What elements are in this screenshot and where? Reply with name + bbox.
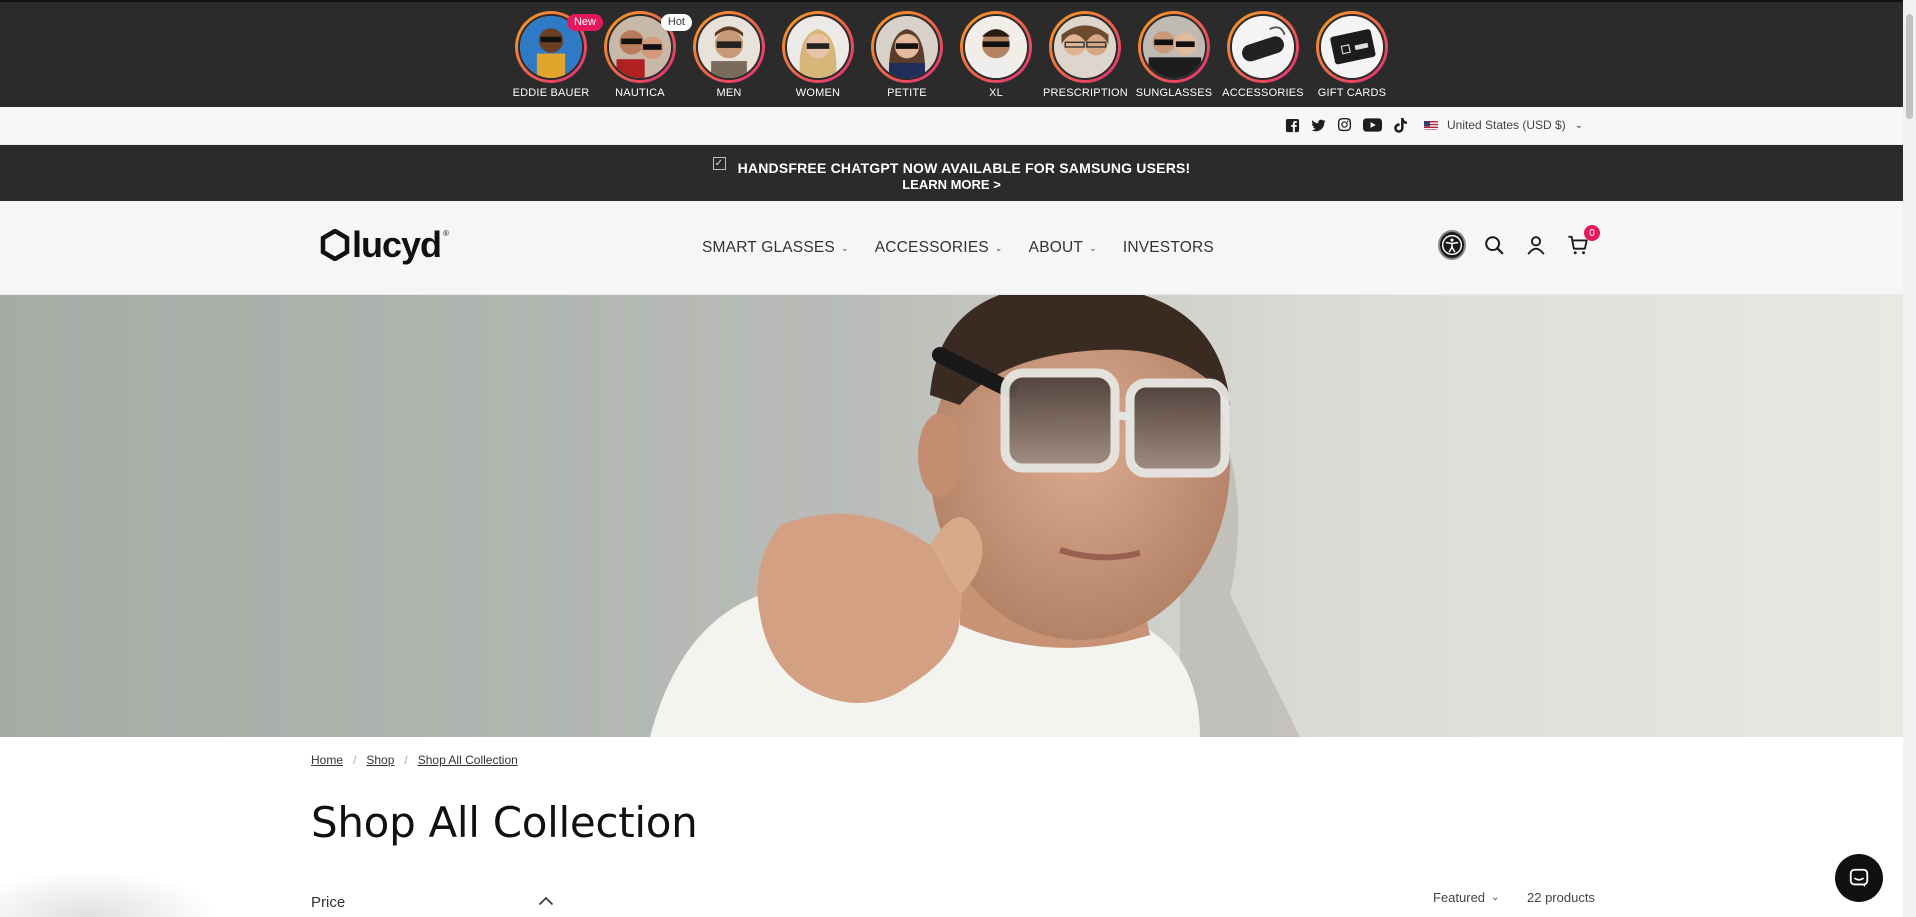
story-prescription[interactable]: PRESCRIPTION [1043,11,1128,99]
header-actions: 0 [1438,225,1600,260]
breadcrumb-separator: / [353,753,357,767]
announcement-bar: ✓ HANDSFREE CHATGPT NOW AVAILABLE FOR SA… [0,145,1903,201]
story-label: XL [989,87,1003,99]
social-links [1284,117,1408,133]
sort-select[interactable]: Featured ⌄ [1433,890,1499,905]
hero-image [0,295,1903,737]
breadcrumb-shop[interactable]: Shop [366,753,394,767]
chevron-down-icon: ⌄ [1491,892,1500,903]
nav-investors[interactable]: INVESTORS [1123,239,1214,257]
cart-icon[interactable]: 0 [1564,225,1600,259]
facebook-icon[interactable] [1284,117,1300,133]
nav-label: SMART GLASSES [702,239,835,256]
story-ring [960,11,1032,83]
chat-launcher-button[interactable] [1835,854,1883,902]
utility-bar: United States (USD $) ⌄ [0,107,1903,145]
chevron-down-icon: ⌄ [840,242,849,253]
price-filter-label[interactable]: Price [311,894,345,911]
chevron-down-icon: ⌄ [1089,242,1097,253]
announcement-text: HANDSFREE CHATGPT NOW AVAILABLE FOR SAMS… [737,159,1191,176]
logo-text: lucyd [352,224,442,265]
decorative-shadow [0,870,220,917]
locale-label: United States (USD $) [1447,118,1566,132]
story-ring [1316,11,1388,83]
story-ring [871,11,943,83]
tiktok-icon[interactable] [1392,117,1408,133]
us-flag-icon [1424,120,1438,130]
checkbox-icon: ✓ [712,157,726,170]
story-sunglasses[interactable]: SUNGLASSES [1132,11,1216,99]
story-petite[interactable]: PETITE [865,11,949,99]
instagram-icon[interactable] [1336,117,1352,133]
account-icon[interactable] [1522,231,1550,259]
chevron-up-icon[interactable] [538,893,554,909]
story-ring [782,11,854,83]
story-nautica[interactable]: Hot NAUTICA [598,11,692,99]
nav-label: ACCESSORIES [874,239,989,256]
breadcrumb-current[interactable]: Shop All Collection [418,753,518,767]
story-label: WOMEN [795,87,841,99]
learn-more-link[interactable]: LEARN MORE > [902,177,1001,192]
accessibility-button[interactable] [1438,230,1466,260]
story-label: SUNGLASSES [1135,87,1213,99]
logo[interactable]: lucyd ® [320,227,449,263]
story-label: NAUTICA [615,87,665,99]
youtube-icon[interactable] [1362,117,1382,133]
story-xl[interactable]: XL [954,11,1038,99]
page-title: Shop All Collection [311,798,698,847]
chat-icon [1849,868,1869,888]
story-label: ACCESSORIES [1222,87,1304,99]
breadcrumb-separator: / [404,753,408,767]
nav-label: ABOUT [1028,239,1084,256]
product-count: 22 products [1527,890,1595,905]
lucyd-logo-icon [320,229,350,261]
story-gift-cards[interactable]: GIFT CARDS [1310,11,1394,99]
story-men[interactable]: MEN [687,11,771,99]
story-ring [1227,11,1299,83]
accessibility-icon [1438,230,1466,260]
story-ring [693,11,765,83]
page-scrollbar[interactable] [1903,0,1916,917]
nav-smart-glasses[interactable]: SMART GLASSES ⌄ [702,239,849,257]
site-header: lucyd ® SMART GLASSES ⌄ ACCESSORIES ⌄ AB… [0,201,1903,295]
story-label: EDDIE BAUER [512,87,590,99]
main-nav: SMART GLASSES ⌄ ACCESSORIES ⌄ ABOUT ⌄ IN… [702,239,1240,257]
nav-accessories[interactable]: ACCESSORIES ⌄ [875,239,1003,257]
locale-selector[interactable]: United States (USD $) ⌄ [1424,118,1583,132]
story-eddie-bauer[interactable]: New EDDIE BAUER [509,11,603,99]
sort-label: Featured [1433,890,1486,905]
story-label: PETITE [887,87,927,99]
story-women[interactable]: WOMEN [776,11,860,99]
chevron-down-icon: ⌄ [994,242,1003,253]
hero-banner [0,295,1903,737]
breadcrumb: Home / Shop / Shop All Collection [311,753,518,767]
story-label: MEN [716,87,742,99]
scrollbar-thumb[interactable] [1906,14,1913,119]
chevron-down-icon: ⌄ [1574,119,1584,131]
nav-label: INVESTORS [1122,239,1214,256]
registered-mark: ® [443,228,449,238]
story-label: GIFT CARDS [1317,87,1387,99]
twitter-icon[interactable] [1310,117,1326,133]
breadcrumb-home[interactable]: Home [311,753,343,767]
story-label: PRESCRIPTION [1043,87,1128,99]
story-ring [1138,11,1210,83]
nav-about[interactable]: ABOUT ⌄ [1029,239,1097,257]
search-icon[interactable] [1480,231,1508,259]
cart-count-badge: 0 [1584,225,1600,241]
story-accessories[interactable]: ACCESSORIES [1221,11,1305,99]
category-stories-bar: New EDDIE BAUER Hot NAUTICA MEN WOMEN PE… [0,0,1903,107]
story-ring [1049,11,1121,83]
